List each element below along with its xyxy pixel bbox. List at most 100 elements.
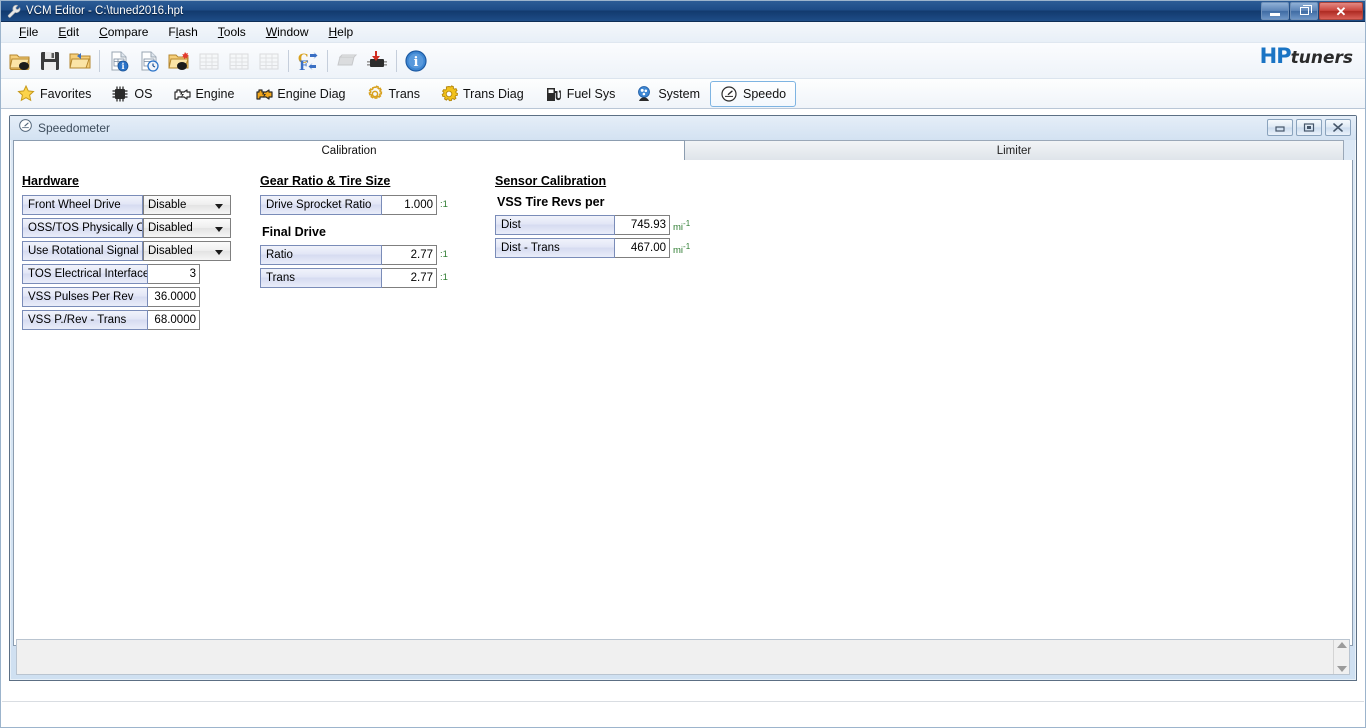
front-wheel-drive-dropdown[interactable]: Disable: [143, 195, 231, 215]
menu-item-help[interactable]: Help: [319, 23, 364, 41]
file-history-icon[interactable]: [134, 46, 164, 76]
gear-icon: [366, 84, 384, 103]
param-label: Use Rotational Signal: [22, 241, 143, 261]
minimize-button[interactable]: [1261, 2, 1289, 20]
read-ecu-icon: [332, 46, 362, 76]
category-trans[interactable]: Trans: [356, 81, 431, 107]
title-bar: VCM Editor - C:\tuned2016.hpt ✕: [1, 1, 1365, 22]
speedometer-icon: [720, 85, 738, 103]
restore-button[interactable]: [1296, 119, 1322, 136]
param-final-drive-trans: Trans 2.77 :1: [260, 268, 495, 288]
save-file-icon[interactable]: [35, 46, 65, 76]
param-label: Ratio: [260, 245, 382, 265]
category-engine-diag[interactable]: Engine Diag: [244, 81, 355, 107]
chevron-down-icon: [215, 204, 223, 209]
compare-table-icon: [194, 46, 224, 76]
category-os[interactable]: OS: [101, 81, 162, 107]
dropdown-value: Disabled: [148, 222, 193, 234]
file-info-icon[interactable]: i: [104, 46, 134, 76]
vss-tire-revs-dist-trans-field[interactable]: 467.00: [615, 238, 670, 258]
application-window: VCM Editor - C:\tuned2016.hpt ✕ FFileile…: [0, 0, 1366, 728]
param-unit: :1: [440, 249, 448, 260]
menu-item-flash[interactable]: Flash: [158, 23, 207, 41]
engine-icon: [172, 85, 192, 103]
param-unit: mi-1: [673, 219, 691, 234]
table-graph-icon: [254, 46, 284, 76]
tab-calibration[interactable]: Calibration: [13, 140, 685, 160]
category-label: System: [658, 86, 701, 101]
category-favorites[interactable]: Favorites: [7, 81, 101, 107]
use-rotational-signal-dropdown[interactable]: Disabled: [143, 241, 231, 261]
vss-pulses-per-rev-field[interactable]: 36.0000: [148, 287, 200, 307]
minimize-button[interactable]: [1267, 119, 1293, 136]
drive-sprocket-ratio-field[interactable]: 1.000: [382, 195, 437, 215]
open-recent-icon[interactable]: [65, 46, 95, 76]
menu-item-tools[interactable]: Tools: [208, 23, 256, 41]
system-icon: [635, 85, 653, 103]
category-engine[interactable]: Engine: [162, 81, 244, 107]
sensor-calibration-section-title: Sensor Calibration: [495, 174, 607, 188]
menu-item-file[interactable]: FFileile: [9, 23, 48, 41]
info-icon[interactable]: i: [401, 46, 431, 76]
speedometer-window-title: Speedometer: [38, 121, 111, 135]
units-convert-icon[interactable]: C F: [293, 46, 323, 76]
param-vss-tire-revs-dist-trans: Dist - Trans 467.00 mi-1: [495, 238, 755, 258]
param-tos-electrical-interface: TOS Electrical Interface 3: [22, 264, 260, 284]
param-final-drive-ratio: Ratio 2.77 :1: [260, 245, 495, 265]
param-label: OSS/TOS Physically Co: [22, 218, 143, 238]
open-tune-icon[interactable]: [164, 46, 194, 76]
tos-electrical-interface-field[interactable]: 3: [148, 264, 200, 284]
final-drive-subtitle: Final Drive: [262, 225, 326, 239]
param-unit: mi-1: [673, 242, 691, 257]
hardware-section-title: Hardware: [22, 174, 79, 188]
category-fuel-sys[interactable]: Fuel Sys: [534, 81, 626, 107]
tab-strip: Calibration Limiter: [13, 140, 1353, 160]
tab-limiter[interactable]: Limiter: [684, 140, 1344, 160]
menu-item-edit[interactable]: Edit: [48, 23, 89, 41]
param-unit: :1: [440, 272, 448, 283]
param-label: Front Wheel Drive: [22, 195, 143, 215]
speedometer-icon: [18, 118, 33, 138]
category-ribbon: Favorites OS Engine Engine Diag Trans Tr…: [1, 79, 1365, 109]
table-icon: [224, 46, 254, 76]
param-drive-sprocket-ratio: Drive Sprocket Ratio 1.000 :1: [260, 195, 495, 215]
speedometer-window-controls: [1267, 119, 1351, 136]
speedometer-window-titlebar: Speedometer: [10, 116, 1356, 140]
restore-button[interactable]: [1290, 2, 1318, 20]
category-label: Trans Diag: [463, 86, 524, 101]
category-label: Engine Diag: [277, 86, 346, 101]
close-button[interactable]: ✕: [1319, 2, 1363, 20]
chip-icon: [111, 85, 129, 103]
category-label: Fuel Sys: [566, 86, 616, 101]
category-speedo[interactable]: Speedo: [710, 80, 797, 107]
write-ecu-icon[interactable]: [362, 46, 392, 76]
scroll-down-arrow-icon[interactable]: [1336, 666, 1347, 672]
toolbar-separator: [288, 49, 289, 72]
category-trans-diag[interactable]: Trans Diag: [430, 81, 534, 107]
menu-item-window[interactable]: Window: [256, 23, 319, 41]
param-oss-tos-physically-connected: OSS/TOS Physically Co Disabled: [22, 218, 260, 238]
engine-warning-icon: [254, 85, 274, 103]
tab-label: Limiter: [996, 144, 1032, 157]
param-label: Trans: [260, 268, 382, 288]
oss-tos-dropdown[interactable]: Disabled: [143, 218, 231, 238]
open-file-icon[interactable]: [5, 46, 35, 76]
final-drive-ratio-field[interactable]: 2.77: [382, 245, 437, 265]
gear-warning-icon: [440, 84, 459, 103]
scroll-up-arrow-icon[interactable]: [1336, 642, 1347, 648]
gear-ratio-section: Gear Ratio & Tire Size Drive Sprocket Ra…: [260, 174, 495, 333]
close-button[interactable]: [1325, 119, 1351, 136]
menu-item-compare[interactable]: Compare: [89, 23, 158, 41]
category-label: OS: [134, 86, 153, 101]
vertical-scrollbar[interactable]: [1333, 640, 1349, 674]
fuel-pump-icon: [544, 85, 562, 103]
speedometer-window: Speedometer Calibration Limiter Hardware…: [9, 115, 1357, 681]
param-vss-pulses-per-rev: VSS Pulses Per Rev 36.0000: [22, 287, 260, 307]
mdi-client-area: Speedometer Calibration Limiter Hardware…: [1, 109, 1365, 704]
param-label: TOS Electrical Interface: [22, 264, 148, 284]
vss-pulses-per-rev-trans-field[interactable]: 68.0000: [148, 310, 200, 330]
vss-tire-revs-dist-field[interactable]: 745.93: [615, 215, 670, 235]
final-drive-trans-field[interactable]: 2.77: [382, 268, 437, 288]
param-front-wheel-drive: Front Wheel Drive Disable: [22, 195, 260, 215]
category-system[interactable]: System: [625, 81, 710, 107]
